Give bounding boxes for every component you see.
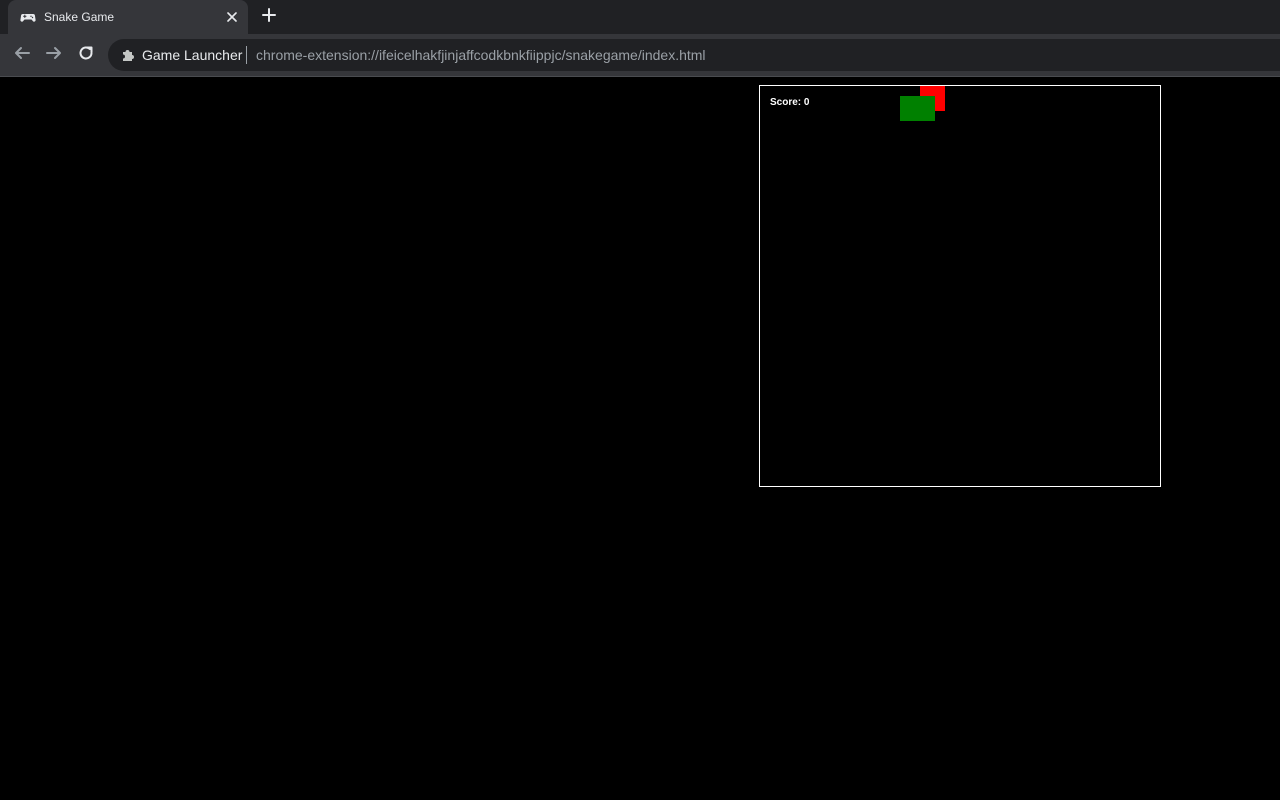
tab-strip: Snake Game: [0, 0, 1280, 34]
address-bar[interactable]: Game Launcher chrome-extension://ifeicel…: [108, 39, 1280, 71]
snake-segment: [900, 96, 935, 121]
close-icon[interactable]: [224, 9, 240, 25]
puzzle-icon: [120, 47, 136, 63]
new-tab-button[interactable]: [258, 6, 280, 28]
score-label: Score: 0: [770, 97, 810, 108]
gamepad-icon: [20, 9, 36, 25]
url-text[interactable]: chrome-extension://ifeicelhakfjinjaffcod…: [256, 47, 706, 63]
site-origin-label: Game Launcher: [142, 47, 243, 63]
address-divider: [246, 46, 247, 64]
browser-toolbar: Game Launcher chrome-extension://ifeicel…: [0, 34, 1280, 77]
arrow-right-icon: [45, 44, 63, 67]
page-content: Score: 0: [0, 77, 1280, 800]
tab-snake-game[interactable]: Snake Game: [8, 0, 248, 34]
forward-button[interactable]: [42, 43, 66, 67]
arrow-left-icon: [13, 44, 31, 67]
browser-window: Snake Game Game Launcher chrome-extensio…: [0, 0, 1280, 800]
reload-button[interactable]: [74, 43, 98, 67]
reload-icon: [77, 44, 95, 67]
plus-icon: [262, 7, 276, 27]
back-button[interactable]: [10, 43, 34, 67]
game-board[interactable]: Score: 0: [759, 85, 1161, 487]
tab-title: Snake Game: [44, 10, 115, 24]
